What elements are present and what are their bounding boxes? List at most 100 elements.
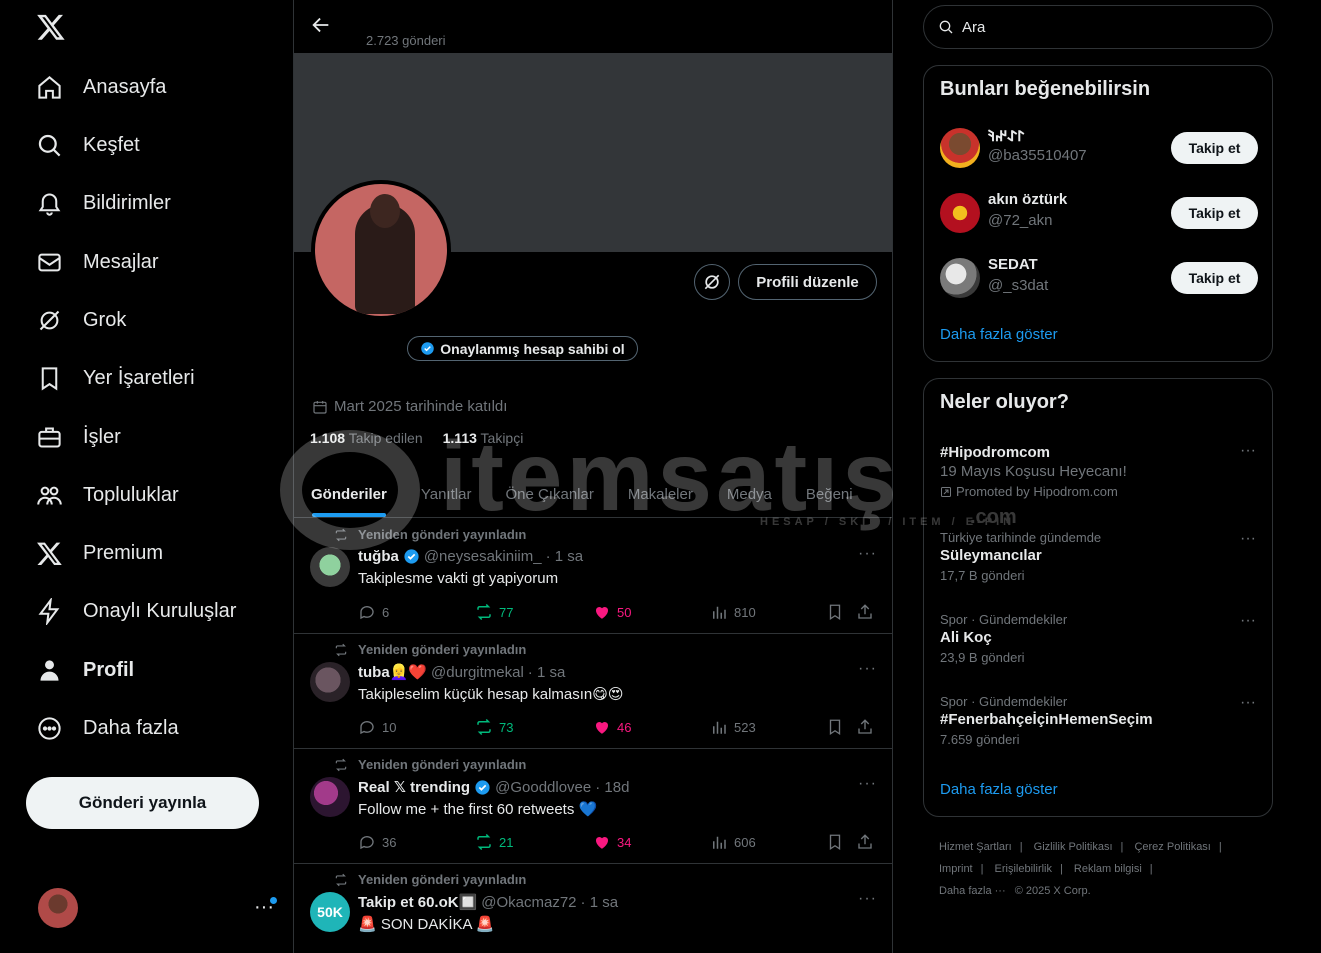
nav-home[interactable]: Anasayfa xyxy=(24,62,178,112)
trend-more-icon[interactable]: ··· xyxy=(1240,442,1256,460)
nav-bookmarks[interactable]: Yer İşaretleri xyxy=(24,353,207,403)
nav-grok[interactable]: Grok xyxy=(24,295,138,345)
suggestion-handle[interactable]: @72_akn xyxy=(988,212,1052,229)
tab-replies[interactable]: Yanıtlar xyxy=(404,472,489,517)
suggestion-item[interactable]: SEDAT @_s3dat Takip et xyxy=(940,254,1258,302)
tab-likes[interactable]: Beğeni xyxy=(789,472,870,517)
footer-more-link[interactable]: Daha fazla ··· xyxy=(939,885,1006,897)
tweet-avatar[interactable] xyxy=(310,777,350,817)
suggestion-name[interactable]: akın öztürk xyxy=(988,191,1067,208)
suggestion-avatar[interactable] xyxy=(940,258,980,298)
footer-link[interactable]: Gizlilik Politikası xyxy=(1034,841,1113,853)
follow-button[interactable]: Takip et xyxy=(1171,197,1258,229)
tweet[interactable]: Yeniden gönderi yayınladın Real 𝕏 trendi… xyxy=(294,749,892,864)
bookmark-button[interactable] xyxy=(826,718,844,736)
edit-profile-button[interactable]: Profili düzenle xyxy=(738,264,877,300)
like-button[interactable]: 34 xyxy=(593,833,631,851)
trend-item[interactable]: Spor · Gündemdekiler Ali Koç 23,9 B gönd… xyxy=(940,612,1258,665)
views-button[interactable]: 523 xyxy=(710,718,756,736)
nav-more[interactable]: Daha fazla xyxy=(24,703,191,753)
post-button[interactable]: Gönderi yayınla xyxy=(26,777,259,829)
tweet[interactable]: Yeniden gönderi yayınladın 50K Takip et … xyxy=(294,864,892,953)
like-button[interactable]: 46 xyxy=(593,718,631,736)
tweet-more-icon[interactable]: ··· xyxy=(858,660,877,678)
tweet-handle[interactable]: @Okacmaz72 xyxy=(481,894,576,911)
share-button[interactable] xyxy=(856,833,874,851)
repost-button[interactable]: 73 xyxy=(475,718,513,736)
get-verified-button[interactable]: Onaylanmış hesap sahibi ol xyxy=(407,336,638,361)
bookmark-button[interactable] xyxy=(826,603,844,621)
suggestion-handle[interactable]: @ba35510407 xyxy=(988,147,1087,164)
following-link[interactable]: 1.108 Takip edilen xyxy=(310,430,423,446)
footer-link[interactable]: Hizmet Şartları xyxy=(939,841,1012,853)
trend-item[interactable]: Spor · Gündemdekiler #FenerbahçeİçinHeme… xyxy=(940,694,1258,747)
nav-verified-orgs[interactable]: Onaylı Kuruluşlar xyxy=(24,586,248,636)
follow-button[interactable]: Takip et xyxy=(1171,132,1258,164)
back-arrow-icon[interactable] xyxy=(310,14,334,38)
views-button[interactable]: 810 xyxy=(710,603,756,621)
follow-button[interactable]: Takip et xyxy=(1171,262,1258,294)
tweet-avatar[interactable] xyxy=(310,662,350,702)
tab-posts[interactable]: Gönderiler xyxy=(294,472,404,517)
tweet-time[interactable]: · 1 sa xyxy=(546,548,584,565)
trend-more-icon[interactable]: ··· xyxy=(1240,694,1256,712)
tweet-handle[interactable]: @durgitmekal xyxy=(431,664,524,681)
trend-item[interactable]: #Hipodromcom 19 Mayıs Koşusu Heyecanı! P… xyxy=(940,442,1258,499)
repost-button[interactable]: 21 xyxy=(475,833,513,851)
tweet-more-icon[interactable]: ··· xyxy=(858,775,877,793)
x-logo-icon[interactable] xyxy=(36,12,68,44)
show-more-link[interactable]: Daha fazla göster xyxy=(940,326,1058,343)
views-button[interactable]: 606 xyxy=(710,833,756,851)
repost-button[interactable]: 77 xyxy=(475,603,513,621)
followers-link[interactable]: 1.113 Takipçi xyxy=(443,430,524,446)
tweet-time[interactable]: · 1 sa xyxy=(528,664,566,681)
nav-communities[interactable]: Topluluklar xyxy=(24,470,191,520)
tweet-author-name[interactable]: Takip et 60.oK🔲 xyxy=(358,893,477,911)
suggestion-avatar[interactable] xyxy=(940,193,980,233)
footer-link[interactable]: Imprint xyxy=(939,863,973,875)
nav-profile[interactable]: Profil xyxy=(24,645,146,695)
search-input[interactable] xyxy=(962,18,1242,36)
nav-jobs[interactable]: İşler xyxy=(24,412,133,462)
trend-item[interactable]: Türkiye tarihinde gündemde Süleymancılar… xyxy=(940,530,1258,583)
share-button[interactable] xyxy=(856,603,874,621)
trend-more-icon[interactable]: ··· xyxy=(1240,530,1256,548)
suggestion-avatar[interactable] xyxy=(940,128,980,168)
tweet-avatar[interactable]: 50K xyxy=(310,892,350,932)
grok-analyze-button[interactable] xyxy=(694,264,730,300)
tweet-author-name[interactable]: tuba👱‍♀️❤️ xyxy=(358,663,427,681)
search-bar[interactable] xyxy=(923,5,1273,49)
tweet-author-name[interactable]: Real 𝕏 trending xyxy=(358,778,470,796)
tweet-time[interactable]: · 1 sa xyxy=(581,894,619,911)
nav-premium[interactable]: Premium xyxy=(24,528,175,578)
footer-link[interactable]: Erişilebilirlik xyxy=(995,863,1052,875)
tweet-time[interactable]: · 18d xyxy=(595,779,629,796)
tweet-more-icon[interactable]: ··· xyxy=(858,545,877,563)
reply-button[interactable]: 6 xyxy=(358,603,389,621)
share-button[interactable] xyxy=(856,718,874,736)
profile-avatar[interactable] xyxy=(311,180,451,320)
reply-button[interactable]: 36 xyxy=(358,833,396,851)
tweet[interactable]: Yeniden gönderi yayınladın tuba👱‍♀️❤️ @d… xyxy=(294,634,892,749)
nav-messages[interactable]: Mesajlar xyxy=(24,237,171,287)
tab-highlights[interactable]: Öne Çıkanlar xyxy=(488,472,610,517)
suggestion-item[interactable]: akın öztürk @72_akn Takip et xyxy=(940,189,1258,237)
tab-articles[interactable]: Makaleler xyxy=(611,472,710,517)
suggestion-name[interactable]: 𐰃𐰀𐰤𐰚 xyxy=(988,126,1024,146)
account-avatar[interactable] xyxy=(38,888,78,928)
suggestion-name[interactable]: SEDAT xyxy=(988,256,1038,273)
like-button[interactable]: 50 xyxy=(593,603,631,621)
tweet-handle[interactable]: @neysesakiniim_ xyxy=(424,548,542,565)
suggestion-item[interactable]: 𐰃𐰀𐰤𐰚 @ba35510407 Takip et xyxy=(940,124,1258,172)
tweet[interactable]: Yeniden gönderi yayınladın tuğba @neyses… xyxy=(294,519,892,634)
tweet-avatar[interactable] xyxy=(310,547,350,587)
tweet-more-icon[interactable]: ··· xyxy=(858,890,877,908)
footer-link[interactable]: Çerez Politikası xyxy=(1134,841,1210,853)
tweet-author-name[interactable]: tuğba xyxy=(358,548,399,565)
suggestion-handle[interactable]: @_s3dat xyxy=(988,277,1048,294)
tab-media[interactable]: Medya xyxy=(710,472,789,517)
nav-explore[interactable]: Keşfet xyxy=(24,120,152,170)
reply-button[interactable]: 10 xyxy=(358,718,396,736)
nav-notifications[interactable]: Bildirimler xyxy=(24,178,183,228)
trend-more-icon[interactable]: ··· xyxy=(1240,612,1256,630)
